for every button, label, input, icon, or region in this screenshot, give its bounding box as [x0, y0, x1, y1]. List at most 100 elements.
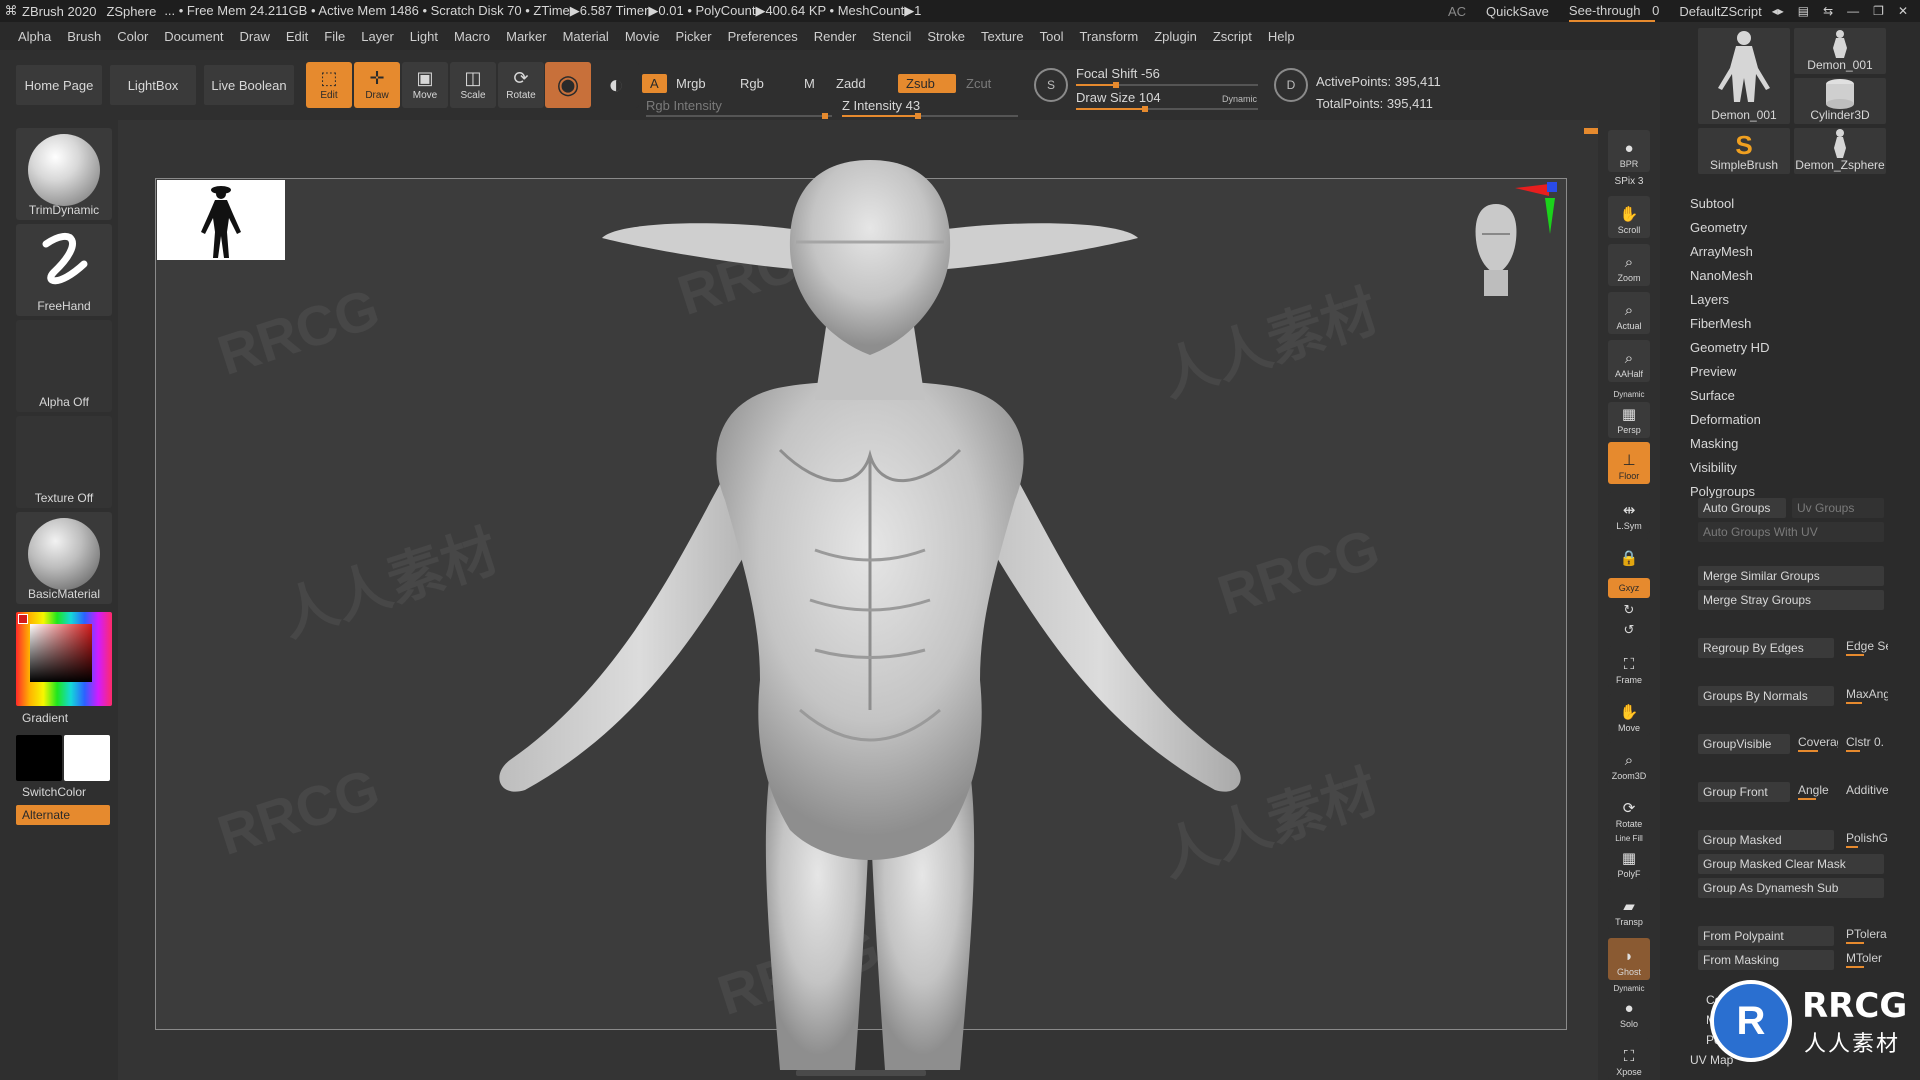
menu-tool[interactable]: Tool [1040, 29, 1064, 44]
secondary-color-swatch[interactable] [64, 735, 110, 781]
menu-texture[interactable]: Texture [981, 29, 1024, 44]
dynamic-solo-label[interactable]: Dynamic [1608, 984, 1650, 993]
rgb-intensity-knob[interactable] [822, 113, 828, 119]
move-button[interactable]: ▣ Move [402, 62, 448, 108]
submenu-preview[interactable]: Preview [1690, 360, 1769, 384]
draw-size-slider-label[interactable]: Draw Size 104 [1076, 90, 1161, 105]
group-masked-clear-mask-button[interactable]: Group Masked Clear Mask [1698, 854, 1884, 874]
rgb-intensity-slider[interactable] [646, 113, 832, 119]
alternate-button[interactable]: Alternate [16, 805, 110, 825]
color-picker-square[interactable] [30, 624, 92, 682]
submenu-arraymesh[interactable]: ArrayMesh [1690, 240, 1769, 264]
ac-toggle[interactable]: AC [1448, 4, 1466, 19]
angle-slider[interactable]: Angle [1798, 780, 1838, 800]
lock-button[interactable]: 🔒 [1608, 538, 1650, 572]
z-intensity-slider-label[interactable]: Z Intensity 43 [842, 98, 920, 113]
submenu-layers[interactable]: Layers [1690, 288, 1769, 312]
silhouette-thumbnail[interactable] [157, 180, 285, 260]
menu-brush[interactable]: Brush [67, 29, 101, 44]
focal-shift-slider-label[interactable]: Focal Shift -56 [1076, 66, 1160, 81]
submenu-geometry[interactable]: Geometry [1690, 216, 1769, 240]
zbrush-logo-icon[interactable]: ⌘ [0, 0, 22, 22]
focal-shift-icon[interactable]: S [1034, 68, 1068, 102]
mtolera-slider[interactable]: MToler [1846, 948, 1888, 968]
alpha-selector[interactable]: Alpha Off [16, 320, 112, 412]
home-page-button[interactable]: Home Page [16, 65, 102, 105]
m-toggle[interactable]: M [804, 76, 815, 91]
bpr-button[interactable]: ● BPR [1608, 130, 1650, 172]
tool-thumb-demon-main[interactable]: Demon_001 [1698, 28, 1790, 124]
submenu-subtool[interactable]: Subtool [1690, 192, 1769, 216]
solo-button[interactable]: ● Solo [1608, 996, 1650, 1032]
regroup-by-edges-button[interactable]: Regroup By Edges [1698, 638, 1834, 658]
zsub-toggle[interactable]: Zsub [898, 74, 956, 93]
default-zscript-button[interactable]: DefaultZScript [1679, 4, 1761, 19]
from-masking-button[interactable]: From Masking [1698, 950, 1834, 970]
draw-size-knob[interactable] [1142, 106, 1149, 112]
rgb-intensity-label[interactable]: Rgb Intensity [646, 98, 722, 113]
rotate-button[interactable]: ⟳ Rotate [498, 62, 544, 108]
dynamic-persp-label[interactable]: Dynamic [1608, 390, 1650, 399]
tool-thumb-demon-small[interactable]: Demon_001 [1794, 28, 1886, 74]
scroll-button[interactable]: ✋ Scroll [1608, 196, 1650, 238]
aahalf-button[interactable]: ⌕ AAHalf [1608, 340, 1650, 382]
menu-zplugin[interactable]: Zplugin [1154, 29, 1197, 44]
maxang-slider[interactable]: MaxAng [1846, 684, 1888, 704]
line-fill-label[interactable]: Line Fill [1608, 834, 1650, 843]
coverage-slider[interactable]: Coverag [1798, 732, 1838, 752]
a-toggle[interactable]: A [642, 74, 667, 93]
mrgb-toggle[interactable]: Mrgb [676, 76, 706, 91]
material-sphere-button[interactable]: ◉ [545, 62, 591, 108]
zoom-button[interactable]: ⌕ Zoom [1608, 244, 1650, 286]
zadd-toggle[interactable]: Zadd [836, 76, 866, 91]
move-view-button[interactable]: ✋ Move [1608, 694, 1650, 736]
swap-icon[interactable]: ⇆ [1823, 4, 1833, 18]
switch-color-button[interactable]: SwitchColor [22, 785, 86, 799]
see-through-slider[interactable]: See-through 0 [1568, 3, 1659, 22]
menu-help[interactable]: Help [1268, 29, 1295, 44]
layout-icon[interactable]: ◂▸ [1772, 4, 1784, 18]
z-axis-icon[interactable] [1547, 182, 1557, 192]
auto-groups-uv-button[interactable]: Auto Groups With UV [1698, 522, 1884, 542]
merge-similar-groups-button[interactable]: Merge Similar Groups [1698, 566, 1884, 586]
menu-stroke[interactable]: Stroke [927, 29, 965, 44]
menu-edit[interactable]: Edit [286, 29, 308, 44]
edit-button[interactable]: ⬚ Edit [306, 62, 352, 108]
rotate-view-button[interactable]: ⟳ Rotate [1608, 790, 1650, 832]
z-intensity-slider[interactable] [842, 113, 1018, 119]
persp-button[interactable]: ▦ Persp [1608, 402, 1650, 438]
lightbox-button[interactable]: LightBox [110, 65, 196, 105]
rotate-z-icon[interactable]: ↺ [1608, 622, 1650, 638]
draw-button[interactable]: ✛ Draw [354, 62, 400, 108]
menu-marker[interactable]: Marker [506, 29, 546, 44]
tool-thumb-simplebrush[interactable]: S SimpleBrush [1698, 128, 1790, 174]
transp-button[interactable]: ▰ Transp [1608, 888, 1650, 930]
menu-zscript[interactable]: Zscript [1213, 29, 1252, 44]
groupvisible-button[interactable]: GroupVisible [1698, 734, 1790, 754]
merge-stray-groups-button[interactable]: Merge Stray Groups [1698, 590, 1884, 610]
quicksave-button[interactable]: QuickSave [1486, 4, 1549, 19]
menu-light[interactable]: Light [410, 29, 438, 44]
main-color-swatch[interactable] [16, 735, 62, 781]
y-axis-arrow-icon[interactable] [1545, 198, 1555, 234]
z-intensity-knob[interactable] [914, 113, 921, 119]
draw-size-icon[interactable]: D [1274, 68, 1308, 102]
polyf-button[interactable]: ▦ PolyF [1608, 846, 1650, 882]
lsym-button[interactable]: ⇹ L.Sym [1608, 492, 1650, 534]
draw-size-slider[interactable] [1076, 106, 1258, 112]
texture-selector[interactable]: Texture Off [16, 416, 112, 508]
menu-picker[interactable]: Picker [676, 29, 712, 44]
focal-shift-knob[interactable] [1113, 82, 1120, 88]
gradient-label[interactable]: Gradient [22, 711, 68, 725]
menu-document[interactable]: Document [164, 29, 223, 44]
color-picker[interactable] [16, 612, 112, 706]
floor-button[interactable]: ⊥ Floor [1608, 442, 1650, 484]
menu-movie[interactable]: Movie [625, 29, 660, 44]
stroke-selector[interactable]: FreeHand [16, 224, 112, 316]
submenu-visibility[interactable]: Visibility [1690, 456, 1769, 480]
clstr-slider[interactable]: Clstr 0. [1846, 732, 1888, 752]
menu-material[interactable]: Material [563, 29, 609, 44]
rgb-toggle[interactable]: Rgb [740, 76, 764, 91]
brush-selector[interactable]: TrimDynamic [16, 128, 112, 220]
tool-thumb-cylinder[interactable]: Cylinder3D [1794, 78, 1886, 124]
